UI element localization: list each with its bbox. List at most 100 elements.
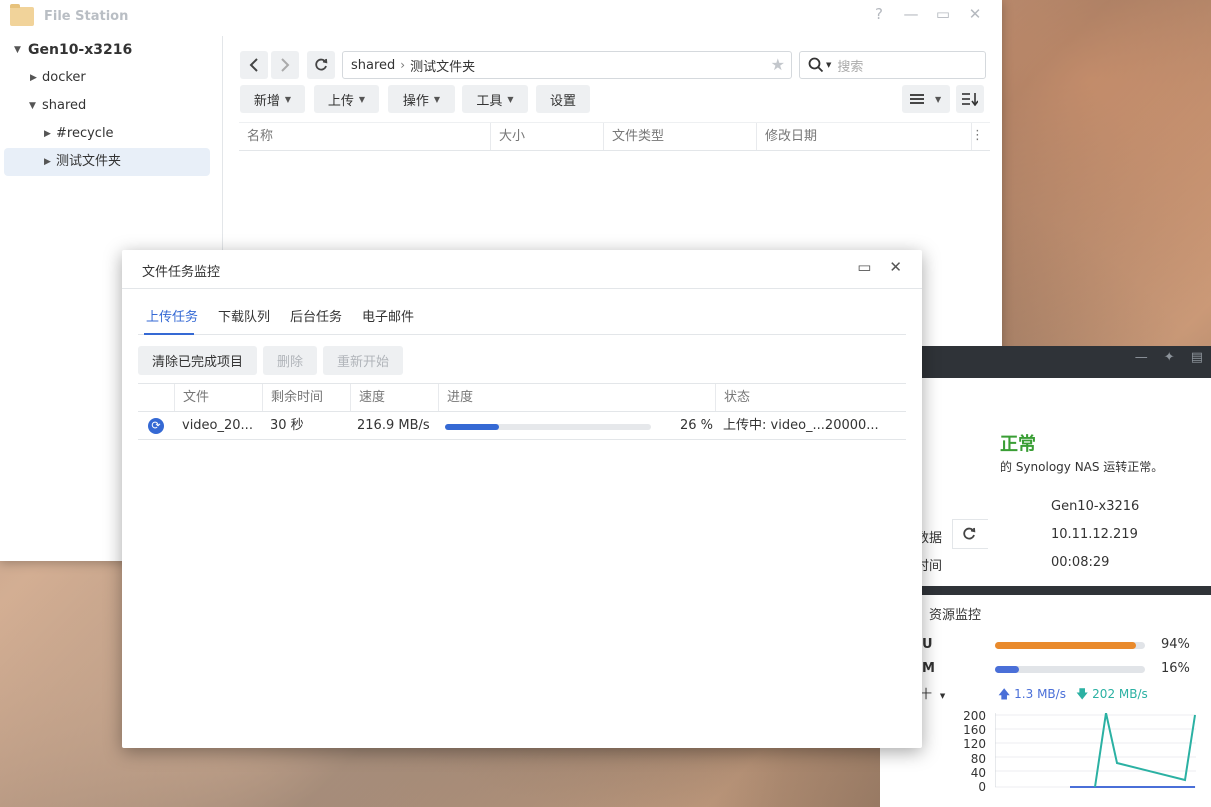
- tree-item-recycle[interactable]: ▶ #recycle: [0, 120, 222, 148]
- y-tick: 80: [970, 751, 986, 766]
- task-remaining: 30 秒: [270, 418, 304, 433]
- restart-button[interactable]: 重新开始: [323, 346, 403, 375]
- network-selector[interactable]: 十 ▼: [920, 685, 945, 702]
- health-refresh-button[interactable]: [952, 519, 988, 549]
- search-icon: [808, 57, 824, 73]
- search-input[interactable]: ▼ 搜索: [799, 51, 986, 79]
- widget-panel-controls: — ✦ ▤: [1135, 350, 1203, 365]
- dialog-controls: ▭ ✕: [857, 258, 902, 276]
- download-speed: 🡇 202 MB/s: [1076, 685, 1148, 706]
- search-placeholder: 搜索: [837, 59, 864, 75]
- upload-button-label: 上传: [327, 93, 354, 109]
- column-progress[interactable]: 进度: [438, 384, 715, 411]
- list-view-icon: [910, 94, 924, 104]
- column-speed[interactable]: 速度: [350, 384, 438, 411]
- tab-upload[interactable]: 上传任务: [146, 306, 198, 325]
- task-tabs: 上传任务 下载队列 后台任务 电子邮件: [138, 306, 906, 335]
- task-progress-label: 26 %: [679, 418, 713, 433]
- file-station-icon: [10, 3, 34, 26]
- expanded-arrow-icon[interactable]: ▼: [29, 92, 36, 120]
- column-status[interactable]: 状态: [715, 384, 906, 411]
- back-button[interactable]: [240, 51, 268, 79]
- view-mode-button[interactable]: ▼: [902, 85, 950, 113]
- action-button[interactable]: 操作 ▼: [388, 85, 455, 113]
- delete-button[interactable]: 删除: [263, 346, 317, 375]
- column-remaining-time[interactable]: 剩余时间: [262, 384, 350, 411]
- tree-root[interactable]: ▼ Gen10-x3216: [0, 36, 222, 64]
- cpu-usage-bar: [995, 642, 1145, 649]
- pin-icon[interactable]: ✦: [1164, 350, 1175, 365]
- download-speed-value: 202 MB/s: [1092, 687, 1148, 701]
- upload-button[interactable]: 上传 ▼: [314, 85, 379, 113]
- caret-down-icon: ▼: [284, 94, 292, 104]
- task-progress-bar: [445, 424, 651, 430]
- settings-button[interactable]: 设置: [536, 85, 590, 113]
- forward-button[interactable]: [271, 51, 299, 79]
- resource-monitor-widget: 资源监控 U 94% M 16% 十 ▼ 🡅 1.3 MB/s 🡇 202 MB…: [880, 595, 1211, 807]
- tab-email[interactable]: 电子邮件: [362, 306, 414, 325]
- action-button-label: 操作: [402, 93, 429, 109]
- collapsed-arrow-icon[interactable]: ▶: [30, 64, 37, 92]
- path-bar[interactable]: shared › 测试文件夹 ★: [342, 51, 792, 79]
- tree-item-label: #recycle: [56, 126, 114, 141]
- collapsed-arrow-icon[interactable]: ▶: [44, 120, 51, 148]
- breadcrumb-separator-icon: ›: [400, 58, 406, 72]
- uptime: 00:08:29: [1051, 555, 1110, 570]
- maximize-icon[interactable]: ▭: [857, 258, 871, 276]
- download-arrow-icon: 🡇: [1076, 687, 1089, 701]
- server-name: Gen10-x3216: [1051, 499, 1140, 514]
- y-tick: 160: [963, 723, 986, 738]
- dialog-divider: [122, 288, 922, 289]
- task-table-header: 文件 剩余时间 速度 进度 状态: [138, 383, 906, 412]
- refresh-button[interactable]: [307, 51, 335, 79]
- column-size[interactable]: 大小: [491, 123, 604, 150]
- close-icon[interactable]: ✕: [889, 258, 902, 276]
- minimize-icon[interactable]: —: [902, 5, 920, 23]
- favorite-star-icon[interactable]: ★: [771, 55, 785, 74]
- column-options-icon[interactable]: ⋮: [971, 128, 984, 144]
- help-icon[interactable]: ?: [870, 5, 888, 23]
- sort-button[interactable]: [956, 85, 984, 113]
- window-titlebar[interactable]: File Station: [0, 0, 1002, 32]
- tab-background-tasks[interactable]: 后台任务: [290, 306, 342, 325]
- create-button[interactable]: 新增 ▼: [240, 85, 305, 113]
- breadcrumb-root[interactable]: shared: [351, 58, 395, 73]
- tools-button-label: 工具: [476, 93, 503, 109]
- refresh-icon: [963, 527, 976, 540]
- caret-down-icon: ▼: [433, 94, 441, 104]
- tools-button[interactable]: 工具 ▼: [462, 85, 528, 113]
- tree-root-label: Gen10-x3216: [28, 42, 133, 58]
- download-series-line: [1094, 713, 1196, 788]
- caret-down-icon: ▼: [935, 94, 942, 104]
- caret-down-icon: ▼: [507, 94, 514, 104]
- column-name[interactable]: 名称: [239, 123, 491, 150]
- expanded-arrow-icon[interactable]: ▼: [14, 36, 21, 64]
- tab-download-queue[interactable]: 下载队列: [218, 306, 270, 325]
- settings-button-label: 设置: [549, 93, 576, 109]
- column-modified[interactable]: 修改日期: [757, 123, 972, 150]
- table-row[interactable]: ⟳ video_20... 30 秒 216.9 MB/s 26 % 上传中: …: [138, 412, 906, 440]
- minimize-icon[interactable]: —: [1135, 350, 1148, 365]
- ram-percent: 16%: [1161, 661, 1190, 676]
- dialog-title: 文件任务监控: [142, 265, 221, 280]
- tree-item-shared[interactable]: ▼ shared: [0, 92, 222, 120]
- close-icon[interactable]: ✕: [966, 5, 984, 23]
- cpu-percent: 94%: [1161, 637, 1190, 652]
- y-tick: 0: [978, 780, 986, 795]
- clear-completed-button[interactable]: 清除已完成项目: [138, 346, 257, 375]
- health-status: 正常: [1000, 434, 1036, 455]
- column-file[interactable]: 文件: [174, 384, 262, 411]
- y-tick: 200: [963, 709, 986, 723]
- cpu-usage-fill: [995, 642, 1136, 649]
- tree-item-test-folder[interactable]: ▶ 测试文件夹: [4, 148, 210, 176]
- column-type[interactable]: 文件类型: [604, 123, 757, 150]
- widget-settings-icon[interactable]: ▤: [1191, 350, 1203, 365]
- maximize-icon[interactable]: ▭: [934, 5, 952, 23]
- collapsed-arrow-icon[interactable]: ▶: [44, 148, 51, 176]
- tree-item-docker[interactable]: ▶ docker: [0, 64, 222, 92]
- refresh-icon: [315, 58, 328, 71]
- breadcrumb-current[interactable]: 测试文件夹: [410, 56, 475, 75]
- y-tick: 120: [963, 737, 986, 752]
- window-title: File Station: [44, 8, 129, 24]
- tree-item-label: docker: [42, 70, 86, 85]
